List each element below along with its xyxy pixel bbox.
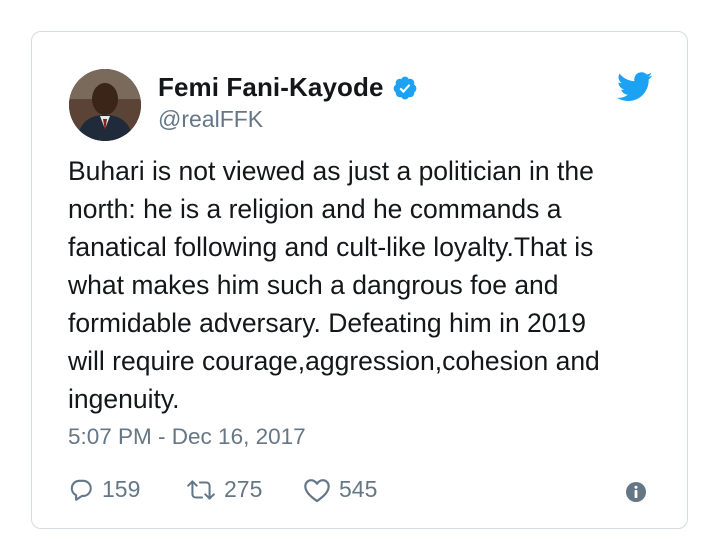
author-name-row[interactable]: Femi Fani-Kayode — [158, 72, 418, 103]
reply-icon — [68, 477, 94, 503]
reply-count: 159 — [102, 476, 141, 502]
twitter-bird-icon[interactable] — [617, 72, 653, 102]
author-handle[interactable]: @realFFK — [158, 106, 263, 133]
heart-icon — [303, 477, 331, 503]
info-icon[interactable] — [625, 481, 647, 503]
tweet-card: Femi Fani-Kayode @realFFK Buhari is not … — [31, 31, 688, 529]
tweet-text: Buhari is not viewed as just a politicia… — [68, 156, 600, 414]
avatar[interactable] — [69, 69, 141, 141]
reply-button[interactable]: 159 — [68, 476, 186, 503]
like-button[interactable]: 545 — [303, 476, 403, 503]
tweet-timestamp[interactable]: 5:07 PM - Dec 16, 2017 — [68, 424, 306, 450]
verified-badge-icon — [392, 75, 418, 101]
retweet-button[interactable]: 275 — [186, 476, 303, 503]
tweet-actions: 159 275 545 — [68, 476, 403, 503]
retweet-count: 275 — [224, 476, 263, 502]
author-display-name[interactable]: Femi Fani-Kayode — [158, 72, 384, 103]
retweet-icon — [186, 477, 216, 503]
like-count: 545 — [339, 476, 378, 502]
